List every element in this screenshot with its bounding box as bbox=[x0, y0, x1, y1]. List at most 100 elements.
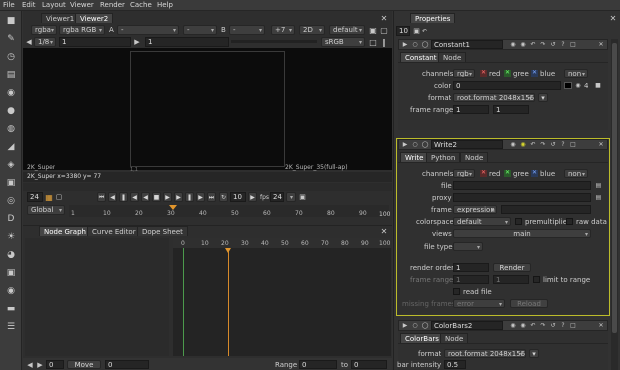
prev-key-button[interactable]: ◀ bbox=[108, 192, 117, 202]
tab-node[interactable]: Node bbox=[440, 333, 469, 343]
tab-viewer2[interactable]: Viewer2 bbox=[75, 13, 114, 23]
close-icon[interactable]: ✕ bbox=[597, 140, 605, 149]
undo-icon[interactable]: ↶ bbox=[529, 321, 537, 330]
playhead-line[interactable] bbox=[228, 248, 229, 356]
proxy-scale-dropdown[interactable]: 1/8 bbox=[34, 37, 56, 47]
tab-curve-editor[interactable]: Curve Editor bbox=[87, 226, 141, 236]
color-value-field[interactable]: 0 bbox=[453, 81, 561, 90]
viewer-canvas[interactable]: 1,1 bbox=[23, 48, 392, 173]
current-frame-field[interactable]: 24 bbox=[27, 192, 43, 202]
views-dropdown[interactable]: main bbox=[453, 229, 591, 238]
red-channel-toggle[interactable]: ✕ bbox=[480, 170, 487, 177]
next-frame-button[interactable]: ▶ bbox=[174, 192, 183, 202]
frame-ruler[interactable]: 1 10 20 30 40 50 60 70 80 90 bbox=[69, 205, 389, 217]
menu-cache[interactable]: Cache bbox=[130, 1, 152, 9]
prev-frame-button[interactable]: ◀ bbox=[130, 192, 139, 202]
dope-playhead-marker[interactable] bbox=[225, 248, 231, 253]
colorspace-dropdown[interactable]: default bbox=[453, 217, 511, 226]
layer-dropdown[interactable]: rgba RGB bbox=[59, 25, 105, 35]
tab-write[interactable]: Write bbox=[400, 152, 429, 162]
frame-range-start[interactable]: 1 bbox=[453, 105, 489, 114]
move-value-field[interactable]: 0 bbox=[105, 360, 149, 369]
frame-range-end[interactable]: 1 bbox=[493, 105, 529, 114]
redo-icon[interactable]: ↷ bbox=[539, 140, 547, 149]
help-icon[interactable]: ? bbox=[559, 321, 567, 330]
timeline-scrubber[interactable] bbox=[23, 183, 392, 191]
undo-icon[interactable]: ↶ bbox=[529, 140, 537, 149]
proxy-path-field[interactable] bbox=[453, 193, 591, 202]
tab-node[interactable]: Node bbox=[460, 152, 489, 162]
folder-icon[interactable]: ▤ bbox=[594, 193, 603, 202]
increment-field[interactable]: 10 bbox=[230, 192, 246, 202]
limit-to-range-checkbox[interactable] bbox=[533, 276, 540, 283]
help-icon[interactable]: ? bbox=[559, 40, 567, 49]
color-wheel-icon[interactable]: ◉ bbox=[574, 81, 582, 90]
channels-dropdown[interactable]: rgb bbox=[453, 69, 475, 78]
float-icon[interactable]: ○ bbox=[411, 140, 419, 149]
close-icon[interactable]: ✕ bbox=[608, 13, 618, 23]
channels-dropdown[interactable]: rgb bbox=[453, 169, 475, 178]
undo-icon[interactable]: ↶ bbox=[420, 26, 429, 36]
arrow-right-icon[interactable]: ▶ bbox=[133, 37, 141, 47]
arrow-left-icon[interactable]: ◀ bbox=[25, 37, 33, 47]
tab-node[interactable]: Node bbox=[438, 52, 467, 62]
animation-icon[interactable]: ■ bbox=[594, 81, 602, 90]
color-chip-icon[interactable]: ◉ bbox=[519, 321, 527, 330]
image-icon[interactable]: ■ bbox=[4, 15, 18, 27]
close-icon[interactable]: ✕ bbox=[597, 40, 605, 49]
fps-dropdown[interactable] bbox=[286, 192, 296, 202]
help-icon[interactable]: ? bbox=[559, 140, 567, 149]
missing-frames-dropdown[interactable]: error bbox=[453, 299, 505, 308]
bar-intensity-field[interactable]: 0.5 bbox=[444, 360, 466, 369]
filter-icon[interactable]: ● bbox=[4, 105, 18, 117]
file-type-dropdown[interactable] bbox=[453, 242, 483, 251]
roi-icon[interactable]: ▣ bbox=[368, 25, 378, 35]
collapse-icon[interactable]: ▶ bbox=[401, 321, 409, 330]
frame-range-end[interactable]: 1 bbox=[493, 275, 529, 284]
fps-field[interactable]: 24 bbox=[270, 192, 284, 202]
toolsets-icon[interactable]: ▣ bbox=[4, 267, 18, 279]
deep-icon[interactable]: ◕ bbox=[4, 249, 18, 261]
transform-icon[interactable]: ◈ bbox=[4, 159, 18, 171]
colorbars-name-field[interactable]: ColorBars2 bbox=[431, 321, 503, 330]
float-icon[interactable]: ○ bbox=[411, 321, 419, 330]
next-increment-button[interactable]: ❚ bbox=[185, 192, 194, 202]
3d-icon[interactable]: ▣ bbox=[4, 177, 18, 189]
float-icon[interactable]: ○ bbox=[411, 40, 419, 49]
close-icon[interactable]: ✕ bbox=[379, 13, 389, 23]
alpha-dropdown[interactable]: non bbox=[564, 69, 588, 78]
menu-render[interactable]: Render bbox=[100, 1, 125, 9]
tab-colorbars[interactable]: ColorBars bbox=[400, 333, 444, 343]
settings-icon[interactable]: ◉ bbox=[509, 140, 517, 149]
green-channel-toggle[interactable]: ✕ bbox=[504, 170, 511, 177]
menu-layout[interactable]: Layout bbox=[42, 1, 66, 9]
draw-icon[interactable]: ✎ bbox=[4, 33, 18, 45]
input-b-dropdown[interactable]: - bbox=[229, 25, 265, 35]
playhead-marker[interactable] bbox=[169, 205, 177, 210]
redo-icon[interactable]: ↷ bbox=[539, 40, 547, 49]
render-button[interactable]: Render bbox=[493, 263, 531, 272]
render-order-field[interactable]: 1 bbox=[453, 263, 489, 272]
format-dropdown[interactable]: root.format 2048x1556 bbox=[453, 93, 535, 102]
key-left-icon[interactable]: ◀ bbox=[26, 360, 34, 369]
frame-range-start[interactable]: 1 bbox=[453, 275, 489, 284]
viewer-lock-icon[interactable]: ▣ bbox=[298, 192, 307, 202]
merge-icon[interactable]: ◢ bbox=[4, 141, 18, 153]
views-icon[interactable]: ◎ bbox=[4, 195, 18, 207]
particles-icon[interactable]: ☀ bbox=[4, 231, 18, 243]
play-forward-button[interactable]: ▶ bbox=[163, 192, 172, 202]
next-step-button[interactable]: ▶ bbox=[248, 192, 257, 202]
first-frame-button[interactable]: ⏮ bbox=[97, 192, 106, 202]
collapse-icon[interactable]: ▶ bbox=[401, 40, 409, 49]
clip-icon[interactable]: □ bbox=[368, 37, 378, 47]
menu-viewer[interactable]: Viewer bbox=[70, 1, 94, 9]
channels-dropdown[interactable]: rgba bbox=[31, 25, 57, 35]
wipe-mode-dropdown[interactable]: - bbox=[183, 25, 217, 35]
revert-icon[interactable]: ↺ bbox=[549, 40, 557, 49]
max-panels-field[interactable]: 10 bbox=[396, 26, 410, 36]
gain-slider[interactable] bbox=[231, 40, 317, 43]
last-frame-button[interactable]: ⏭ bbox=[207, 192, 216, 202]
view-mode-dropdown[interactable]: 2D bbox=[299, 25, 325, 35]
color-chip-icon[interactable]: ◉ bbox=[519, 40, 527, 49]
key-right-icon[interactable]: ▶ bbox=[36, 360, 44, 369]
